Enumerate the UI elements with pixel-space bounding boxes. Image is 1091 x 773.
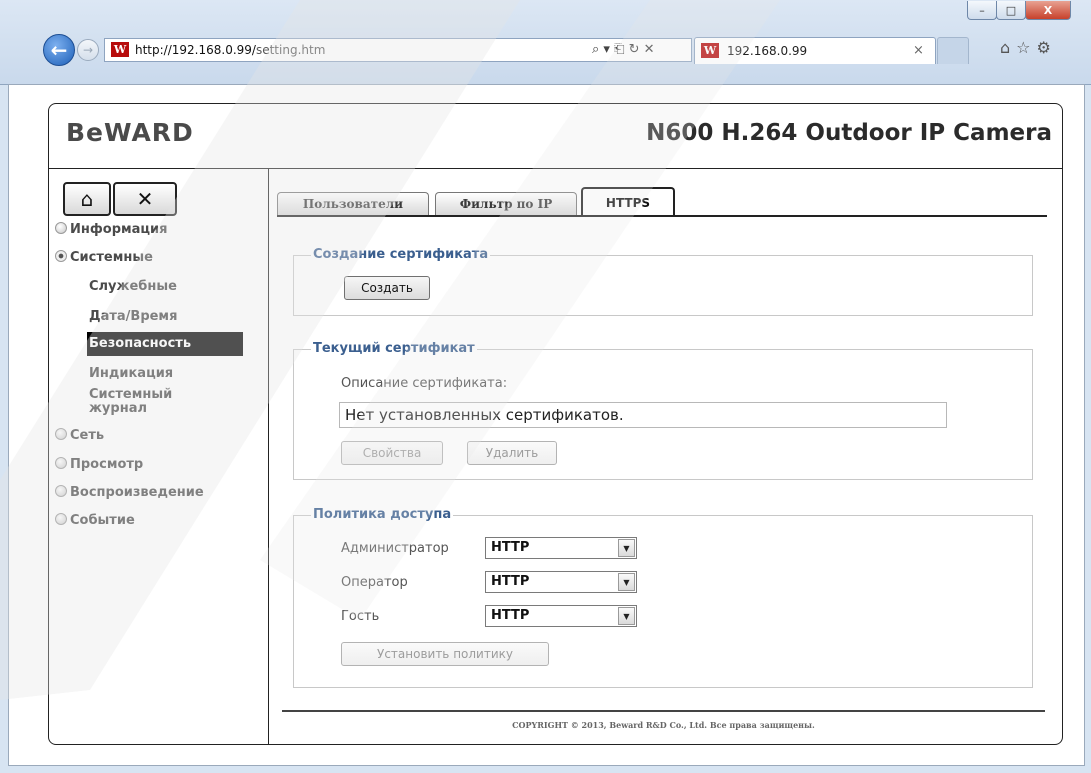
copyright-text: COPYRIGHT © 2013, Beward R&D Co., Ltd. В… <box>512 720 815 730</box>
home-favorites-settings-icons[interactable]: ⌂☆⚙ <box>1000 38 1057 57</box>
current-cert-legend: Текущий сертификат <box>311 341 477 356</box>
settings-button[interactable]: ✕ <box>113 182 177 216</box>
new-tab-button[interactable] <box>937 37 969 64</box>
sidebar-section-label: Событие <box>70 513 135 528</box>
tab-divider <box>277 215 1047 217</box>
forward-button[interactable]: → <box>77 39 99 61</box>
guest-policy-select[interactable]: HTTP ▼ <box>485 605 637 627</box>
sidebar-item-datetime[interactable]: Дата/Время <box>89 309 177 324</box>
sidebar-section-label: Сеть <box>70 428 105 443</box>
url-text[interactable]: http://192.168.0.99/setting.htm <box>135 43 325 57</box>
sidebar-item-syslog[interactable]: Системный журнал <box>89 388 209 416</box>
sidebar-section-network[interactable]: Сеть <box>55 428 104 443</box>
select-value: HTTP <box>491 608 530 623</box>
window-close-button[interactable]: X <box>1025 1 1071 20</box>
create-cert-button[interactable]: Создать <box>344 276 430 300</box>
sidebar-section-view[interactable]: Просмотр <box>55 457 143 472</box>
beward-logo: BeWARD <box>66 118 194 147</box>
sidebar-item-label: Безопасность <box>89 336 192 351</box>
sidebar-section-label: Информация <box>70 222 168 237</box>
dropdown-arrow-icon: ▼ <box>618 607 635 625</box>
bullet-expanded-icon <box>55 250 67 262</box>
operator-policy-label: Оператор <box>341 575 408 590</box>
forward-arrow-icon: → <box>82 43 94 57</box>
sidebar-section-label: Воспроизведение <box>70 485 204 500</box>
maximize-button[interactable]: □ <box>996 1 1026 20</box>
url-host: http://192.168.0.99/ <box>135 43 256 57</box>
bullet-icon <box>55 428 67 440</box>
address-bar[interactable]: W http://192.168.0.99/setting.htm ⌕ ▾ ⎗ … <box>104 38 692 62</box>
create-cert-legend: Создание сертификата <box>311 247 491 262</box>
browser-window: – □ X ← → W http://192.168.0.99/setting.… <box>0 0 1091 773</box>
admin-policy-select[interactable]: HTTP ▼ <box>485 537 637 559</box>
operator-policy-select[interactable]: HTTP ▼ <box>485 571 637 593</box>
minimize-button[interactable]: – <box>967 1 997 20</box>
address-tools-icons[interactable]: ⌕ ▾ ⎗ ↻ ✕ <box>592 42 655 57</box>
browser-tab[interactable]: W 192.168.0.99 × <box>694 37 936 64</box>
sidebar-item-indication[interactable]: Индикация <box>89 366 173 381</box>
sidebar-section-label: Просмотр <box>70 457 144 472</box>
sidebar-section-event[interactable]: Событие <box>55 513 135 528</box>
back-arrow-icon: ← <box>50 38 68 62</box>
camera-title: N600 H.264 Outdoor IP Camera <box>646 120 1052 146</box>
sidebar-item-security[interactable]: Безопасность <box>87 332 243 356</box>
properties-button[interactable]: Свойства <box>341 441 443 465</box>
home-button[interactable]: ⌂ <box>63 182 111 216</box>
url-path: setting.htm <box>255 43 326 57</box>
tab-title: 192.168.0.99 <box>727 44 808 58</box>
cert-description-value: Нет установленных сертификатов. <box>345 406 624 424</box>
back-button[interactable]: ← <box>43 34 75 66</box>
tab-https[interactable]: HTTPS <box>581 187 675 217</box>
select-value: HTTP <box>491 574 530 589</box>
camera-web-panel: BeWARD N600 H.264 Outdoor IP Camera ⌂ ✕ … <box>48 103 1063 745</box>
delete-button[interactable]: Удалить <box>467 441 557 465</box>
bullet-icon <box>55 457 67 469</box>
header-divider <box>49 168 1062 169</box>
sidebar-item-service[interactable]: Служебные <box>89 279 177 294</box>
sidebar-section-info[interactable]: Информация <box>55 222 168 237</box>
sidebar-section-label: Системные <box>70 250 153 265</box>
access-policy-legend: Политика доступа <box>311 507 454 522</box>
sidebar-section-playback[interactable]: Воспроизведение <box>55 485 204 500</box>
bullet-icon <box>55 513 67 525</box>
select-value: HTTP <box>491 540 530 555</box>
site-favicon-icon: W <box>111 42 129 57</box>
footer-divider <box>282 710 1045 712</box>
apply-policy-button[interactable]: Установить политику <box>341 642 549 666</box>
tab-favicon-icon: W <box>701 43 719 58</box>
cert-description-label: Описание сертификата: <box>341 376 508 391</box>
dropdown-arrow-icon: ▼ <box>618 573 635 591</box>
home-icon: ⌂ <box>80 187 94 211</box>
tab-users[interactable]: Пользователи <box>277 192 429 215</box>
bullet-icon <box>55 222 67 234</box>
sidebar-section-system[interactable]: Системные <box>55 250 153 265</box>
tab-close-icon[interactable]: × <box>913 43 924 58</box>
sidebar-divider <box>268 168 269 744</box>
tools-icon: ✕ <box>136 187 154 211</box>
dropdown-arrow-icon: ▼ <box>618 539 635 557</box>
cert-description-field: Нет установленных сертификатов. <box>339 402 947 428</box>
admin-policy-label: Администратор <box>341 541 449 556</box>
browser-toolbar: – □ X ← → W http://192.168.0.99/setting.… <box>0 0 1091 85</box>
bullet-icon <box>55 485 67 497</box>
tab-ip-filter[interactable]: Фильтр по IP <box>435 192 577 215</box>
guest-policy-label: Гость <box>341 609 380 624</box>
